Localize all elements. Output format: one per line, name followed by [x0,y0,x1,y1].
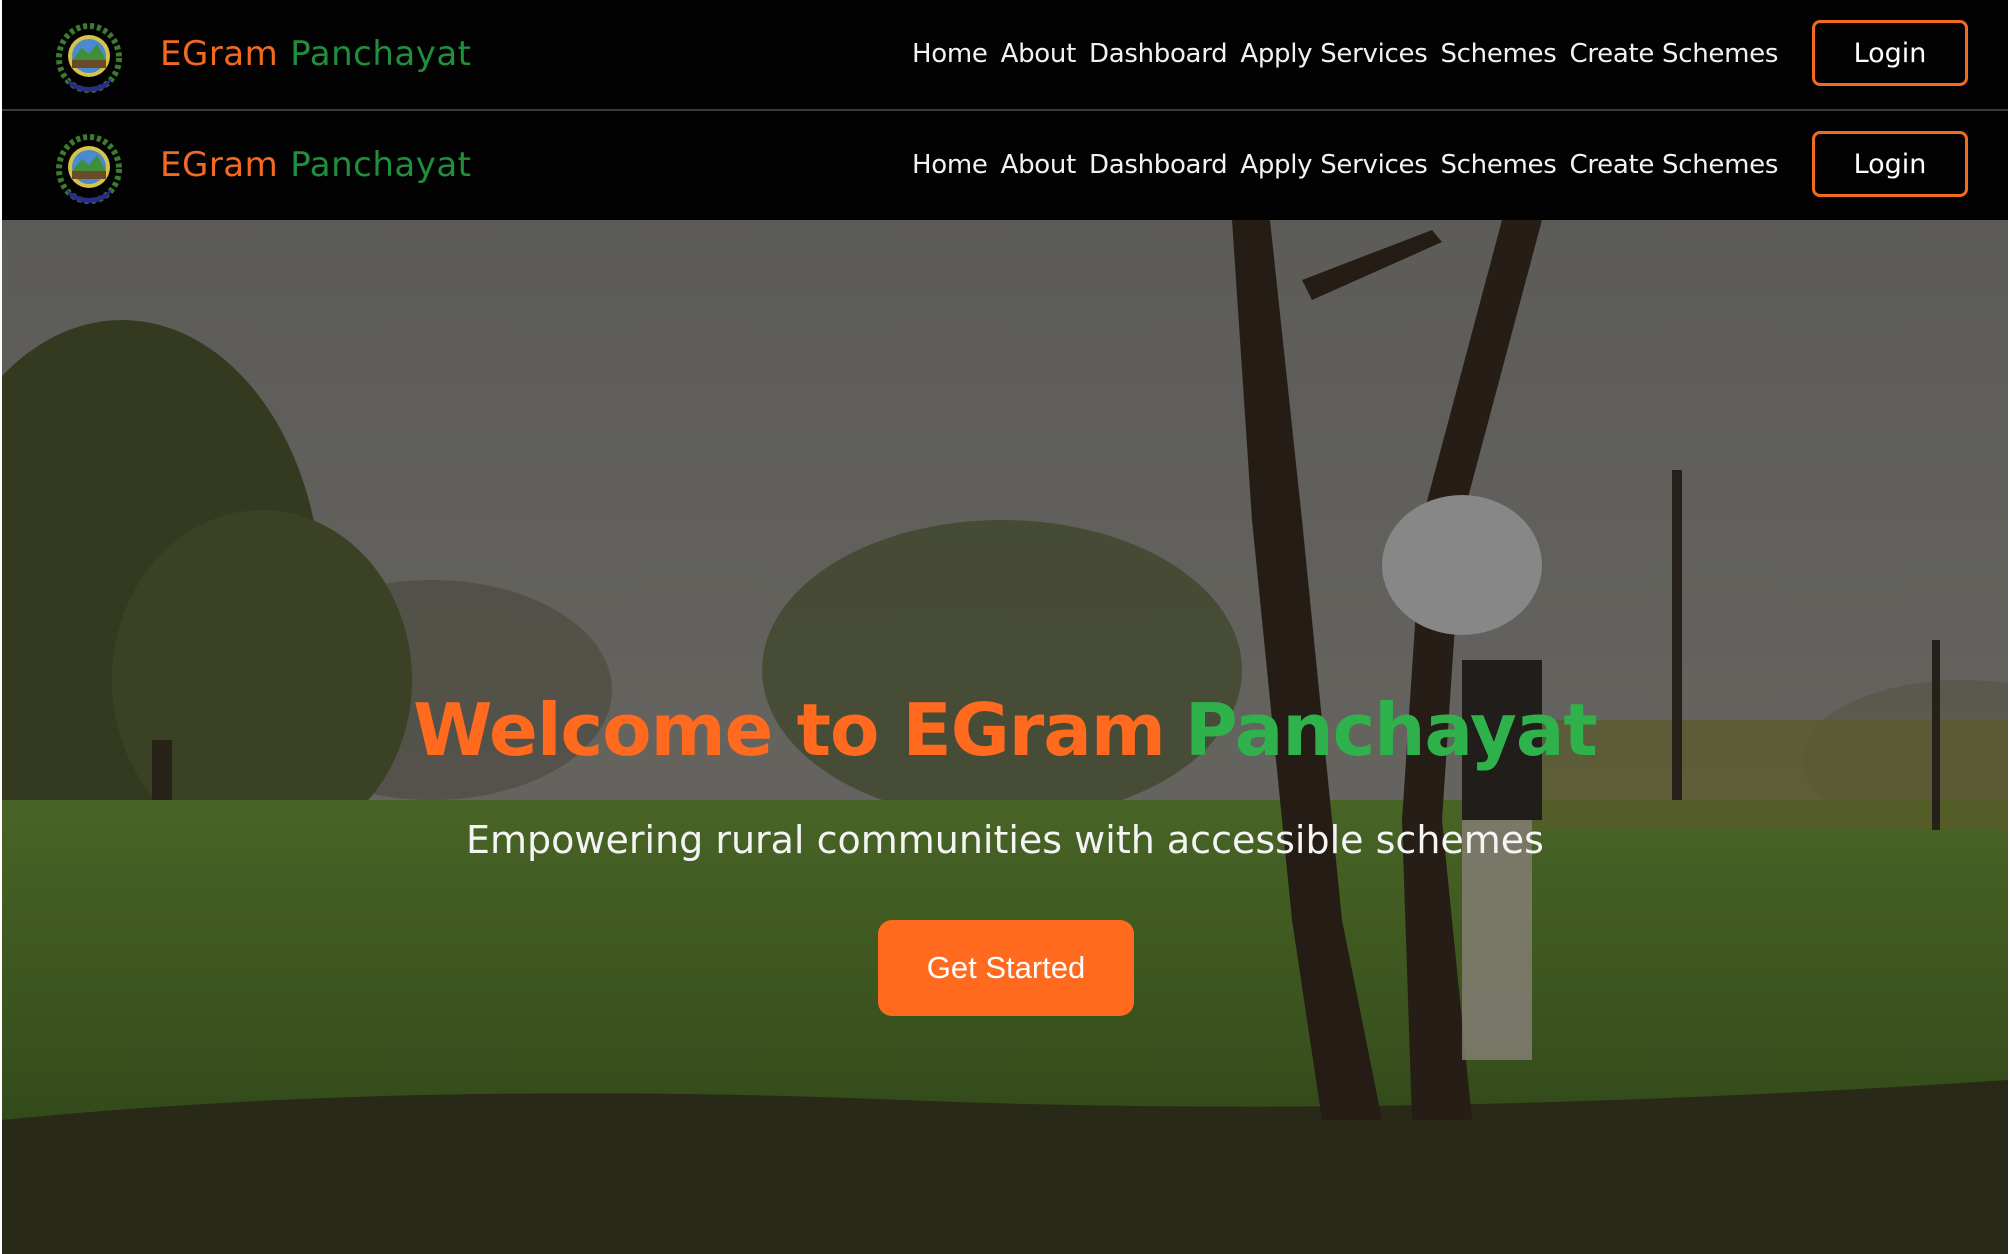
emblem-logo-icon[interactable] [52,131,126,207]
nav-links: Home About Dashboard Apply Services Sche… [912,147,1778,183]
nav-link-apply-services[interactable]: Apply Services [1240,36,1427,72]
nav-link-dashboard[interactable]: Dashboard [1089,147,1228,183]
hero-subtitle: Empowering rural communities with access… [466,818,1544,862]
brand-name-part2: Panchayat [290,34,472,74]
login-button[interactable]: Login [1812,20,1968,86]
nav-link-create-schemes[interactable]: Create Schemes [1569,36,1778,72]
brand-name-part1: EGram [160,34,279,74]
nav-link-dashboard[interactable]: Dashboard [1089,36,1228,72]
nav-link-home[interactable]: Home [912,147,988,183]
page-frame: EGram Panchayat Home About Dashboard Appl… [2,0,2008,1254]
top-navbar: EGram Panchayat Home About Dashboard Appl… [2,0,2008,111]
nav-link-create-schemes[interactable]: Create Schemes [1569,147,1778,183]
nav-link-schemes[interactable]: Schemes [1440,36,1556,72]
hero-title-part2: Panchayat [1184,688,1598,772]
hero-title: Welcome to EGram Panchayat [2,685,2008,775]
hero-title-part1: Welcome to EGram [413,688,1166,772]
brand-name[interactable]: EGram Panchayat [160,143,472,187]
nav-link-apply-services[interactable]: Apply Services [1240,147,1427,183]
nav-link-schemes[interactable]: Schemes [1440,147,1556,183]
nav-links: Home About Dashboard Apply Services Sche… [912,36,1778,72]
nav-link-about[interactable]: About [1001,147,1077,183]
brand-name-part2: Panchayat [290,145,472,185]
brand-name-part1: EGram [160,145,279,185]
login-button[interactable]: Login [1812,131,1968,197]
nav-link-home[interactable]: Home [912,36,988,72]
secondary-navbar: EGram Panchayat Home About Dashboard Appl… [2,111,2008,220]
brand-name[interactable]: EGram Panchayat [160,32,472,76]
nav-link-about[interactable]: About [1001,36,1077,72]
get-started-button[interactable]: Get Started [878,920,1134,1016]
emblem-logo-icon[interactable] [52,20,126,96]
hero-section: Welcome to EGram Panchayat Empowering rur… [2,220,2008,1254]
